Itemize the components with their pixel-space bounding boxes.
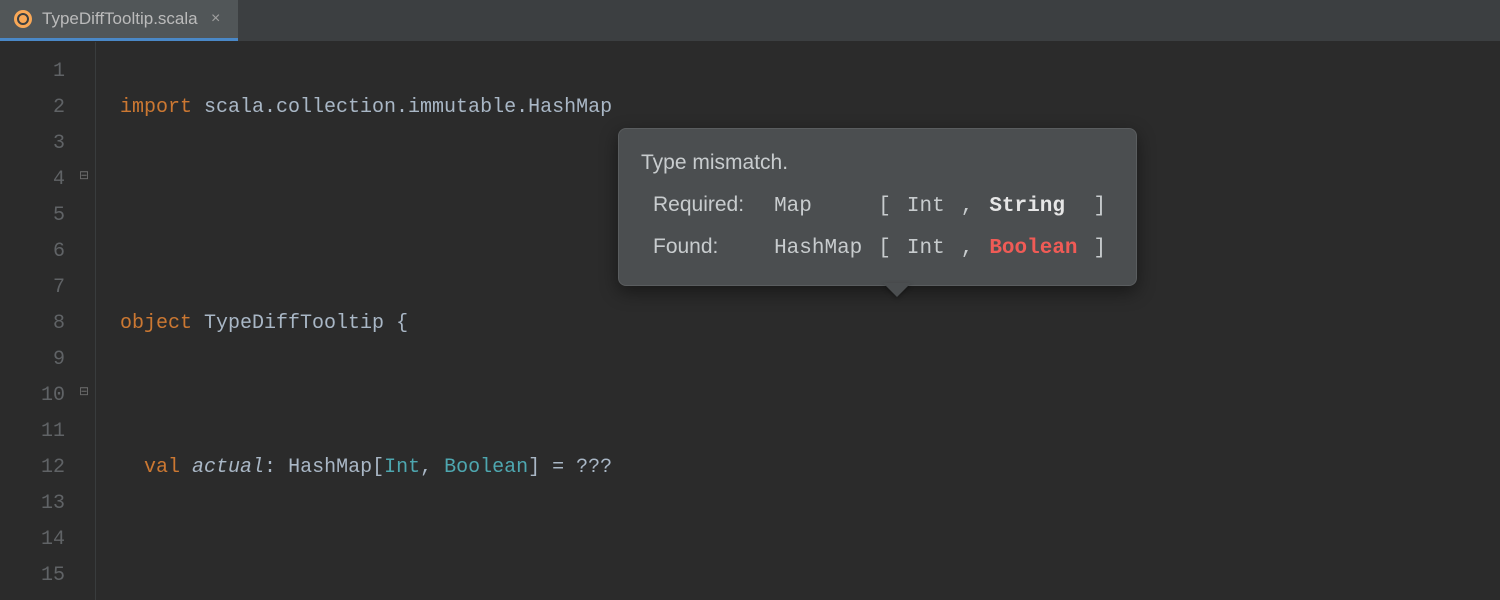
line-number: 13 bbox=[0, 486, 95, 522]
code-text: scala.collection.immutable.HashMap bbox=[192, 96, 612, 119]
identifier: actual bbox=[180, 456, 264, 479]
keyword: object bbox=[120, 312, 192, 335]
tab-filename: TypeDiffTooltip.scala bbox=[42, 9, 198, 29]
line-number: 1 bbox=[0, 54, 95, 90]
tooltip-diff-value: String bbox=[981, 185, 1085, 227]
tooltip-row-required: Required: Map [ Int , String ] bbox=[641, 185, 1114, 227]
gutter: 1 2 3 4 5 6 7 8 9 10 11 12 13 14 15 ⊟ ⊟ bbox=[0, 42, 96, 600]
tooltip-label: Found: bbox=[641, 227, 766, 269]
editor-tab[interactable]: TypeDiffTooltip.scala × bbox=[0, 0, 238, 41]
code-line bbox=[120, 378, 1500, 414]
line-number: 3 bbox=[0, 126, 95, 162]
tooltip-table: Required: Map [ Int , String ] Found: Ha… bbox=[641, 185, 1114, 269]
line-number: 9 bbox=[0, 342, 95, 378]
code-line: object TypeDiffTooltip { bbox=[120, 306, 1500, 342]
tooltip-title: Type mismatch. bbox=[641, 143, 1114, 183]
line-number: 15 bbox=[0, 558, 95, 594]
tooltip-label: Required: bbox=[641, 185, 766, 227]
line-number: 11 bbox=[0, 414, 95, 450]
type: Int bbox=[384, 456, 420, 479]
close-icon[interactable]: × bbox=[208, 11, 224, 27]
tooltip-type-name: Map bbox=[766, 185, 870, 227]
scala-file-icon bbox=[14, 10, 32, 28]
line-number: 12 bbox=[0, 450, 95, 486]
line-number: 8 bbox=[0, 306, 95, 342]
tooltip-type-name: HashMap bbox=[766, 227, 870, 269]
line-number: 7 bbox=[0, 270, 95, 306]
editor: 1 2 3 4 5 6 7 8 9 10 11 12 13 14 15 ⊟ ⊟ … bbox=[0, 42, 1500, 600]
line-number: 2 bbox=[0, 90, 95, 126]
code-area[interactable]: import scala.collection.immutable.HashMa… bbox=[96, 42, 1500, 600]
line-number: 6 bbox=[0, 234, 95, 270]
code-line bbox=[120, 522, 1500, 558]
code-text: TypeDiffTooltip bbox=[192, 312, 396, 335]
keyword: import bbox=[120, 96, 192, 119]
tooltip-tail-icon bbox=[883, 283, 911, 297]
line-number: 5 bbox=[0, 198, 95, 234]
tab-bar: TypeDiffTooltip.scala × bbox=[0, 0, 1500, 42]
tooltip-diff-value: Boolean bbox=[981, 227, 1085, 269]
line-number: 14 bbox=[0, 522, 95, 558]
code-line: val expected: Map[Int, String] = actual … bbox=[120, 594, 1500, 600]
fold-marker-icon[interactable]: ⊟ bbox=[77, 385, 91, 399]
keyword: val bbox=[144, 456, 180, 479]
type: HashMap bbox=[288, 456, 372, 479]
code-line: import scala.collection.immutable.HashMa… bbox=[120, 90, 1500, 126]
tooltip-row-found: Found: HashMap [ Int , Boolean ] bbox=[641, 227, 1114, 269]
type-mismatch-tooltip: Type mismatch. Required: Map [ Int , Str… bbox=[618, 128, 1137, 286]
type: Boolean bbox=[444, 456, 528, 479]
fold-marker-icon[interactable]: ⊟ bbox=[77, 169, 91, 183]
brace: { bbox=[396, 312, 408, 335]
code-line: val actual: HashMap[Int, Boolean] = ??? bbox=[120, 450, 1500, 486]
